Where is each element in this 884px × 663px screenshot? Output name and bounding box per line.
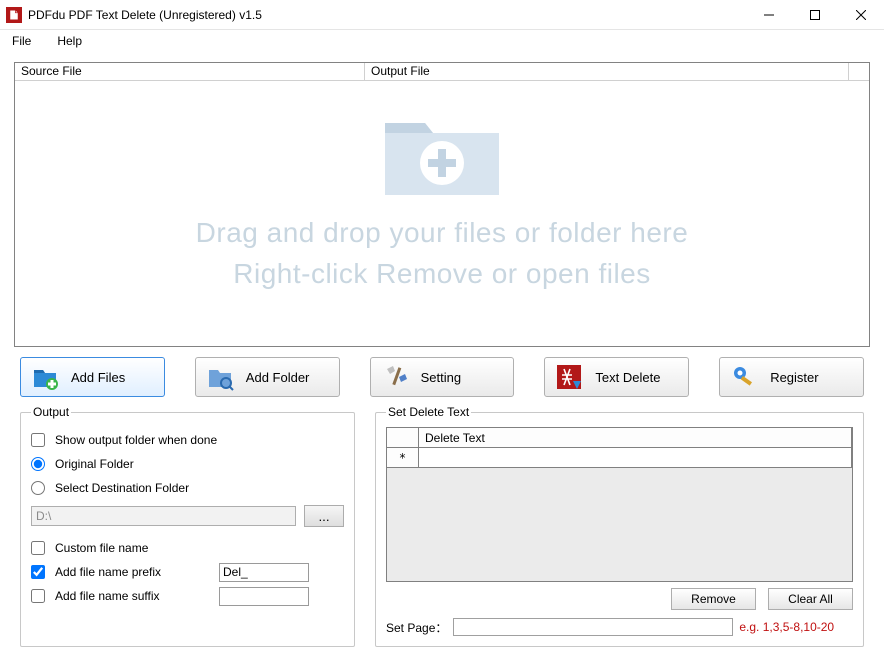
close-button[interactable]: [838, 0, 884, 29]
output-legend: Output: [31, 405, 71, 419]
setting-button[interactable]: Setting: [370, 357, 515, 397]
drop-hint-line1: Drag and drop your files or folder here: [196, 213, 689, 254]
setting-label: Setting: [421, 370, 461, 385]
window-title: PDFdu PDF Text Delete (Unregistered) v1.…: [28, 8, 746, 22]
grid-corner-cell: [387, 428, 419, 448]
register-icon: [730, 363, 758, 391]
destination-path-input: [31, 506, 296, 526]
app-icon: [6, 7, 22, 23]
drop-zone[interactable]: Drag and drop your files or folder here …: [15, 81, 869, 346]
delete-text-grid[interactable]: Delete Text *: [386, 427, 853, 582]
custom-file-name-label: Custom file name: [55, 541, 205, 555]
add-files-button[interactable]: Add Files: [20, 357, 165, 397]
text-delete-icon: [555, 363, 583, 391]
add-suffix-checkbox[interactable]: [31, 589, 45, 603]
prefix-input[interactable]: [219, 563, 309, 582]
delete-text-legend: Set Delete Text: [386, 405, 471, 419]
select-destination-radio[interactable]: [31, 481, 45, 495]
minimize-button[interactable]: [746, 0, 792, 29]
add-folder-label: Add Folder: [246, 370, 310, 385]
file-list[interactable]: Source File Output File Drag and drop yo…: [14, 62, 870, 347]
grid-new-row-cell[interactable]: [419, 448, 852, 468]
column-source-file[interactable]: Source File: [15, 63, 365, 81]
folder-plus-icon: [377, 103, 507, 203]
original-folder-radio[interactable]: [31, 457, 45, 471]
grid-new-row-marker: *: [387, 448, 419, 468]
add-folder-icon: [206, 363, 234, 391]
show-output-folder-label: Show output folder when done: [55, 433, 217, 447]
toolbar: Add Files Add Folder Setting Text Delete…: [14, 347, 870, 405]
menu-help[interactable]: Help: [53, 32, 86, 50]
drop-hint-line2: Right-click Remove or open files: [196, 254, 689, 295]
add-files-label: Add Files: [71, 370, 125, 385]
set-page-example: e.g. 1,3,5-8,10-20: [739, 620, 834, 634]
suffix-input[interactable]: [219, 587, 309, 606]
setting-icon: [381, 363, 409, 391]
clear-all-button[interactable]: Clear All: [768, 588, 853, 610]
add-prefix-checkbox[interactable]: [31, 565, 45, 579]
register-button[interactable]: Register: [719, 357, 864, 397]
output-group: Output Show output folder when done Orig…: [20, 405, 355, 647]
text-delete-button[interactable]: Text Delete: [544, 357, 689, 397]
delete-text-group: Set Delete Text Delete Text * Remove Cle…: [375, 405, 864, 647]
text-delete-label: Text Delete: [595, 370, 660, 385]
file-list-header: Source File Output File: [15, 63, 869, 81]
register-label: Register: [770, 370, 818, 385]
column-output-file[interactable]: Output File: [365, 63, 849, 81]
maximize-button[interactable]: [792, 0, 838, 29]
add-suffix-label: Add file name suffix: [55, 589, 205, 603]
add-prefix-label: Add file name prefix: [55, 565, 205, 579]
add-files-icon: [31, 363, 59, 391]
set-page-input[interactable]: [453, 618, 733, 636]
browse-button[interactable]: ...: [304, 505, 344, 527]
add-folder-button[interactable]: Add Folder: [195, 357, 340, 397]
original-folder-label: Original Folder: [55, 457, 134, 471]
remove-button[interactable]: Remove: [671, 588, 756, 610]
menu-file[interactable]: File: [8, 32, 35, 50]
menu-bar: File Help: [0, 30, 884, 52]
set-page-label: Set Page：: [386, 619, 447, 636]
title-bar: PDFdu PDF Text Delete (Unregistered) v1.…: [0, 0, 884, 30]
show-output-folder-checkbox[interactable]: [31, 433, 45, 447]
grid-column-header[interactable]: Delete Text: [419, 428, 852, 448]
custom-file-name-checkbox[interactable]: [31, 541, 45, 555]
select-destination-label: Select Destination Folder: [55, 481, 189, 495]
